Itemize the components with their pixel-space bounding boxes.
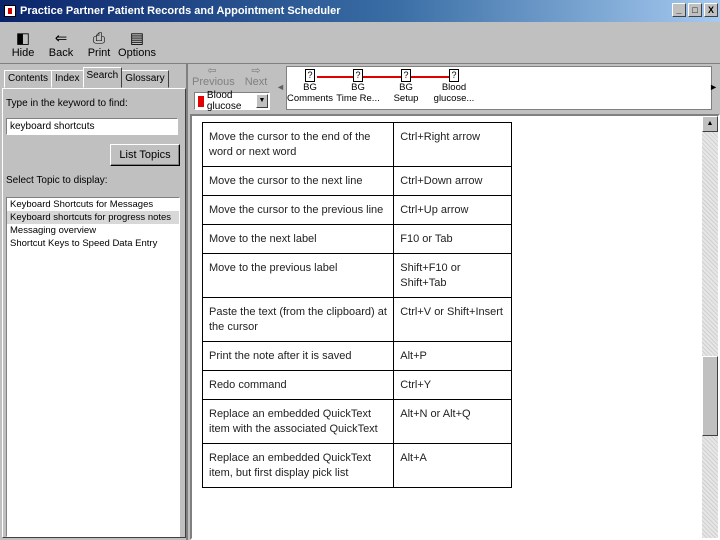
topic-content: Move the cursor to the end of the word o… bbox=[190, 114, 720, 540]
table-row: Paste the text (from the clipboard) at t… bbox=[201, 297, 512, 342]
table-row: Move to the next label F10 or Tab bbox=[201, 224, 512, 254]
hide-icon: ◧ bbox=[15, 30, 31, 47]
trail-scroll-left-icon[interactable]: ◄ bbox=[276, 82, 285, 92]
dropdown-arrow-icon[interactable]: ▼ bbox=[256, 94, 268, 108]
minimize-button[interactable]: _ bbox=[672, 3, 686, 17]
shortcut-action: Move to the next label bbox=[201, 224, 395, 254]
table-row: Print the note after it is saved Alt+P bbox=[201, 341, 512, 371]
hide-button[interactable]: ◧ Hide bbox=[4, 22, 42, 62]
close-button[interactable]: X bbox=[704, 3, 718, 17]
topic-list[interactable]: Keyboard Shortcuts for Messages Keyboard… bbox=[6, 197, 180, 537]
shortcut-keys: Alt+A bbox=[393, 443, 512, 488]
shortcut-action: Paste the text (from the clipboard) at t… bbox=[201, 297, 395, 342]
trail-node-blood-glucose[interactable]: ? Blood glucose... bbox=[431, 69, 477, 104]
table-row: Replace an embedded QuickText item with … bbox=[201, 399, 512, 444]
shortcut-keys: Ctrl+Y bbox=[393, 370, 512, 400]
next-button[interactable]: ⇨ Next bbox=[236, 65, 276, 89]
browse-bar: ⇦ Previous ⇨ Next Blood glucose ▼ ◄ ? BG… bbox=[190, 64, 720, 114]
shortcut-action: Move to the previous label bbox=[201, 253, 395, 298]
list-item[interactable]: Shortcut Keys to Speed Data Entry bbox=[7, 237, 179, 250]
shortcut-keys: Ctrl+Right arrow bbox=[393, 122, 512, 167]
table-row: Move to the previous label Shift+F10 or … bbox=[201, 253, 512, 298]
help-topic-icon: ? bbox=[449, 69, 459, 82]
shortcut-keys: F10 or Tab bbox=[393, 224, 512, 254]
app-icon bbox=[4, 5, 16, 17]
options-button[interactable]: ▤ Options bbox=[118, 22, 156, 62]
shortcut-keys: Ctrl+Down arrow bbox=[393, 166, 512, 196]
next-arrow-icon: ⇨ bbox=[251, 65, 261, 77]
shortcut-action: Redo command bbox=[201, 370, 395, 400]
table-row: Move the cursor to the previous line Ctr… bbox=[201, 195, 512, 225]
table-row: Move the cursor to the end of the word o… bbox=[201, 122, 512, 167]
select-topic-label: Select Topic to display: bbox=[6, 175, 108, 186]
browse-sequence-select[interactable]: Blood glucose ▼ bbox=[194, 90, 270, 112]
scroll-thumb[interactable] bbox=[702, 356, 718, 436]
shortcut-keys: Shift+F10 or Shift+Tab bbox=[393, 253, 512, 298]
back-button[interactable]: ⇐ Back bbox=[42, 22, 80, 62]
help-topic-icon: ? bbox=[353, 69, 363, 82]
red-marker-icon bbox=[198, 95, 204, 107]
shortcut-table: Move the cursor to the end of the word o… bbox=[201, 122, 512, 488]
shortcut-action: Move the cursor to the previous line bbox=[201, 195, 395, 225]
shortcut-action: Replace an embedded QuickText item with … bbox=[201, 399, 395, 444]
help-tabs: Contents Index Search Glossary bbox=[4, 67, 169, 88]
window-title: Practice Partner Patient Records and App… bbox=[20, 5, 341, 17]
shortcut-action: Move the cursor to the end of the word o… bbox=[201, 122, 395, 167]
previous-arrow-icon: ⇦ bbox=[207, 65, 217, 77]
table-row: Redo command Ctrl+Y bbox=[201, 370, 512, 400]
shortcut-keys: Ctrl+Up arrow bbox=[393, 195, 512, 225]
shortcut-keys: Alt+N or Alt+Q bbox=[393, 399, 512, 444]
scroll-up-icon[interactable]: ▲ bbox=[702, 116, 718, 132]
shortcut-keys: Ctrl+V or Shift+Insert bbox=[393, 297, 512, 342]
trail-node-bg-setup[interactable]: ? BG Setup bbox=[383, 69, 429, 104]
back-arrow-icon: ⇐ bbox=[54, 30, 68, 47]
help-topic-icon: ? bbox=[305, 69, 315, 82]
tab-index[interactable]: Index bbox=[51, 70, 84, 88]
help-topic-icon: ? bbox=[401, 69, 411, 82]
print-button[interactable]: ⎙ Print bbox=[80, 22, 118, 62]
shortcut-action: Print the note after it is saved bbox=[201, 341, 395, 371]
printer-icon: ⎙ bbox=[92, 30, 105, 47]
breadcrumb-trail: ? BG Comments ? BG Time Re... ? BG Setup… bbox=[286, 66, 712, 110]
window-controls: _ □ X bbox=[672, 3, 718, 17]
find-label: Type in the keyword to find: bbox=[6, 98, 128, 109]
navigation-pane: Contents Index Search Glossary Type in t… bbox=[0, 64, 188, 540]
list-topics-button[interactable]: List Topics bbox=[110, 144, 180, 166]
list-item[interactable]: Messaging overview bbox=[7, 224, 179, 237]
shortcut-action: Move the cursor to the next line bbox=[201, 166, 395, 196]
tab-contents[interactable]: Contents bbox=[4, 70, 53, 88]
tab-search[interactable]: Search bbox=[82, 67, 123, 88]
trail-node-bg-time[interactable]: ? BG Time Re... bbox=[335, 69, 381, 104]
list-item-selected[interactable]: Keyboard shortcuts for progress notes bbox=[7, 211, 179, 224]
options-icon: ▤ bbox=[129, 30, 145, 47]
trail-scroll-right-icon[interactable]: ► bbox=[709, 82, 718, 92]
maximize-button[interactable]: □ bbox=[688, 3, 702, 17]
tab-glossary[interactable]: Glossary bbox=[121, 70, 169, 88]
list-item[interactable]: Keyboard Shortcuts for Messages bbox=[7, 198, 179, 211]
keyword-input[interactable] bbox=[6, 118, 178, 135]
shortcut-action: Replace an embedded QuickText item, but … bbox=[201, 443, 395, 488]
help-toolbar: ◧ Hide ⇐ Back ⎙ Print ▤ Options bbox=[0, 22, 720, 64]
trail-node-bg-comments[interactable]: ? BG Comments bbox=[287, 69, 333, 104]
title-bar: Practice Partner Patient Records and App… bbox=[0, 0, 720, 22]
table-row: Move the cursor to the next line Ctrl+Do… bbox=[201, 166, 512, 196]
previous-button[interactable]: ⇦ Previous bbox=[192, 65, 235, 89]
vertical-scrollbar[interactable]: ▲ bbox=[702, 116, 718, 538]
shortcut-keys: Alt+P bbox=[393, 341, 512, 371]
table-row: Replace an embedded QuickText item, but … bbox=[201, 443, 512, 488]
